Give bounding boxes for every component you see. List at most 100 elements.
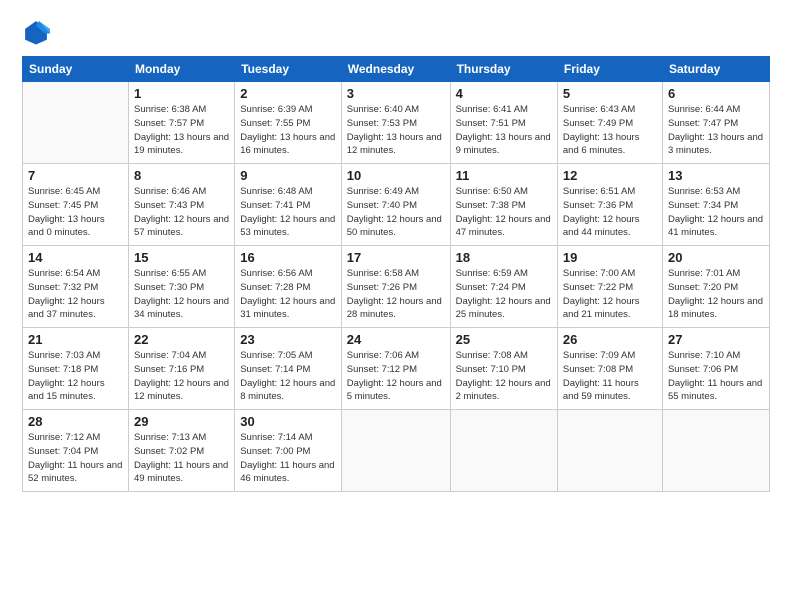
day-number: 17 (347, 250, 445, 265)
day-info: Sunrise: 7:13 AMSunset: 7:02 PMDaylight:… (134, 431, 229, 486)
calendar-cell: 3 Sunrise: 6:40 AMSunset: 7:53 PMDaylight… (341, 82, 450, 164)
day-number: 26 (563, 332, 657, 347)
day-number: 2 (240, 86, 336, 101)
calendar-cell: 7 Sunrise: 6:45 AMSunset: 7:45 PMDaylight… (23, 164, 129, 246)
day-info: Sunrise: 6:38 AMSunset: 7:57 PMDaylight:… (134, 103, 229, 158)
calendar-cell: 10 Sunrise: 6:49 AMSunset: 7:40 PMDayligh… (341, 164, 450, 246)
calendar-cell: 9 Sunrise: 6:48 AMSunset: 7:41 PMDaylight… (235, 164, 342, 246)
day-info: Sunrise: 7:04 AMSunset: 7:16 PMDaylight:… (134, 349, 229, 404)
day-number: 5 (563, 86, 657, 101)
calendar-cell (450, 410, 557, 492)
day-number: 7 (28, 168, 123, 183)
day-info: Sunrise: 7:03 AMSunset: 7:18 PMDaylight:… (28, 349, 123, 404)
calendar-cell: 2 Sunrise: 6:39 AMSunset: 7:55 PMDaylight… (235, 82, 342, 164)
page: SundayMondayTuesdayWednesdayThursdayFrid… (0, 0, 792, 612)
day-info: Sunrise: 6:54 AMSunset: 7:32 PMDaylight:… (28, 267, 123, 322)
day-info: Sunrise: 7:06 AMSunset: 7:12 PMDaylight:… (347, 349, 445, 404)
logo-icon (22, 18, 50, 46)
calendar-cell: 19 Sunrise: 7:00 AMSunset: 7:22 PMDayligh… (557, 246, 662, 328)
day-number: 13 (668, 168, 764, 183)
day-info: Sunrise: 7:00 AMSunset: 7:22 PMDaylight:… (563, 267, 657, 322)
calendar-header-tuesday: Tuesday (235, 57, 342, 82)
calendar-cell: 1Sunrise: 6:38 AMSunset: 7:57 PMDaylight… (128, 82, 234, 164)
day-number: 3 (347, 86, 445, 101)
calendar-table: SundayMondayTuesdayWednesdayThursdayFrid… (22, 56, 770, 492)
day-number: 16 (240, 250, 336, 265)
day-info: Sunrise: 6:39 AMSunset: 7:55 PMDaylight:… (240, 103, 336, 158)
day-number: 9 (240, 168, 336, 183)
day-number: 25 (456, 332, 552, 347)
day-info: Sunrise: 6:51 AMSunset: 7:36 PMDaylight:… (563, 185, 657, 240)
day-info: Sunrise: 6:44 AMSunset: 7:47 PMDaylight:… (668, 103, 764, 158)
calendar-header-thursday: Thursday (450, 57, 557, 82)
calendar-header-wednesday: Wednesday (341, 57, 450, 82)
calendar-cell: 29 Sunrise: 7:13 AMSunset: 7:02 PMDayligh… (128, 410, 234, 492)
day-info: Sunrise: 6:40 AMSunset: 7:53 PMDaylight:… (347, 103, 445, 158)
day-info: Sunrise: 6:56 AMSunset: 7:28 PMDaylight:… (240, 267, 336, 322)
day-info: Sunrise: 6:55 AMSunset: 7:30 PMDaylight:… (134, 267, 229, 322)
day-info: Sunrise: 6:49 AMSunset: 7:40 PMDaylight:… (347, 185, 445, 240)
day-info: Sunrise: 6:58 AMSunset: 7:26 PMDaylight:… (347, 267, 445, 322)
calendar-cell (341, 410, 450, 492)
calendar-cell: 24 Sunrise: 7:06 AMSunset: 7:12 PMDayligh… (341, 328, 450, 410)
day-number: 24 (347, 332, 445, 347)
day-number: 22 (134, 332, 229, 347)
day-number: 28 (28, 414, 123, 429)
day-info: Sunrise: 7:08 AMSunset: 7:10 PMDaylight:… (456, 349, 552, 404)
calendar-header-row: SundayMondayTuesdayWednesdayThursdayFrid… (23, 57, 770, 82)
calendar-cell: 21 Sunrise: 7:03 AMSunset: 7:18 PMDayligh… (23, 328, 129, 410)
calendar-cell: 5 Sunrise: 6:43 AMSunset: 7:49 PMDaylight… (557, 82, 662, 164)
calendar-cell: 13 Sunrise: 6:53 AMSunset: 7:34 PMDayligh… (662, 164, 769, 246)
day-info: Sunrise: 6:43 AMSunset: 7:49 PMDaylight:… (563, 103, 657, 158)
calendar-cell: 26 Sunrise: 7:09 AMSunset: 7:08 PMDayligh… (557, 328, 662, 410)
calendar-cell (662, 410, 769, 492)
day-info: Sunrise: 6:45 AMSunset: 7:45 PMDaylight:… (28, 185, 123, 240)
calendar-cell: 20 Sunrise: 7:01 AMSunset: 7:20 PMDayligh… (662, 246, 769, 328)
day-info: Sunrise: 7:12 AMSunset: 7:04 PMDaylight:… (28, 431, 123, 486)
calendar-cell: 25 Sunrise: 7:08 AMSunset: 7:10 PMDayligh… (450, 328, 557, 410)
calendar-header-monday: Monday (128, 57, 234, 82)
day-number: 8 (134, 168, 229, 183)
day-info: Sunrise: 6:53 AMSunset: 7:34 PMDaylight:… (668, 185, 764, 240)
day-number: 30 (240, 414, 336, 429)
calendar-week-4: 21 Sunrise: 7:03 AMSunset: 7:18 PMDayligh… (23, 328, 770, 410)
day-number: 20 (668, 250, 764, 265)
calendar-cell (557, 410, 662, 492)
calendar-week-2: 7 Sunrise: 6:45 AMSunset: 7:45 PMDaylight… (23, 164, 770, 246)
day-info: Sunrise: 7:09 AMSunset: 7:08 PMDaylight:… (563, 349, 657, 404)
logo (22, 18, 56, 46)
day-info: Sunrise: 7:10 AMSunset: 7:06 PMDaylight:… (668, 349, 764, 404)
calendar-cell: 22 Sunrise: 7:04 AMSunset: 7:16 PMDayligh… (128, 328, 234, 410)
calendar-cell: 27 Sunrise: 7:10 AMSunset: 7:06 PMDayligh… (662, 328, 769, 410)
day-number: 29 (134, 414, 229, 429)
day-number: 21 (28, 332, 123, 347)
calendar-cell: 6 Sunrise: 6:44 AMSunset: 7:47 PMDaylight… (662, 82, 769, 164)
day-info: Sunrise: 6:46 AMSunset: 7:43 PMDaylight:… (134, 185, 229, 240)
day-number: 18 (456, 250, 552, 265)
calendar-cell: 11Sunrise: 6:50 AMSunset: 7:38 PMDayligh… (450, 164, 557, 246)
calendar-cell (23, 82, 129, 164)
header (22, 18, 770, 46)
calendar-week-3: 14Sunrise: 6:54 AMSunset: 7:32 PMDayligh… (23, 246, 770, 328)
day-number: 10 (347, 168, 445, 183)
day-number: 6 (668, 86, 764, 101)
calendar-cell: 4 Sunrise: 6:41 AMSunset: 7:51 PMDaylight… (450, 82, 557, 164)
day-number: 12 (563, 168, 657, 183)
day-info: Sunrise: 6:41 AMSunset: 7:51 PMDaylight:… (456, 103, 552, 158)
day-number: 15 (134, 250, 229, 265)
day-number: 19 (563, 250, 657, 265)
calendar-header-friday: Friday (557, 57, 662, 82)
calendar-header-sunday: Sunday (23, 57, 129, 82)
calendar-cell: 15 Sunrise: 6:55 AMSunset: 7:30 PMDayligh… (128, 246, 234, 328)
calendar-cell: 30Sunrise: 7:14 AMSunset: 7:00 PMDayligh… (235, 410, 342, 492)
calendar-cell: 23Sunrise: 7:05 AMSunset: 7:14 PMDayligh… (235, 328, 342, 410)
day-info: Sunrise: 7:01 AMSunset: 7:20 PMDaylight:… (668, 267, 764, 322)
calendar-cell: 16 Sunrise: 6:56 AMSunset: 7:28 PMDayligh… (235, 246, 342, 328)
day-number: 4 (456, 86, 552, 101)
calendar-cell: 18Sunrise: 6:59 AMSunset: 7:24 PMDayligh… (450, 246, 557, 328)
day-info: Sunrise: 7:05 AMSunset: 7:14 PMDaylight:… (240, 349, 336, 404)
calendar-cell: 12 Sunrise: 6:51 AMSunset: 7:36 PMDayligh… (557, 164, 662, 246)
day-number: 11 (456, 168, 552, 183)
day-number: 27 (668, 332, 764, 347)
day-info: Sunrise: 6:48 AMSunset: 7:41 PMDaylight:… (240, 185, 336, 240)
